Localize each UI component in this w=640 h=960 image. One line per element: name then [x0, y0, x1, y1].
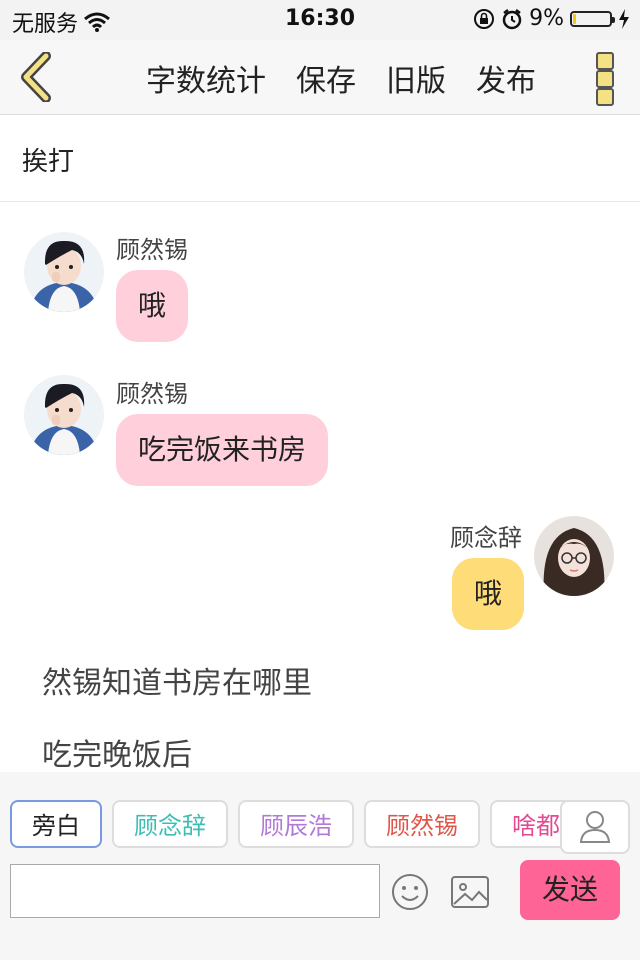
image-icon [451, 876, 489, 908]
avatar-boy-image [24, 232, 104, 312]
message-input[interactable] [10, 864, 380, 918]
character-chip-gu-ranxi[interactable]: 顾然锡 [364, 800, 480, 848]
send-button[interactable]: 发送 [520, 860, 620, 920]
alarm-icon [502, 8, 522, 29]
avatar[interactable] [534, 516, 614, 596]
person-icon [579, 811, 611, 843]
character-chip-other[interactable]: 啥都 [490, 800, 570, 848]
lock-icon [474, 8, 495, 29]
character-chip-gu-nianci[interactable]: 顾念辞 [112, 800, 228, 848]
character-manage-button[interactable] [560, 800, 630, 854]
chip-label: 顾然锡 [386, 812, 458, 840]
publish-button[interactable]: 发布 [476, 56, 536, 100]
battery-percent: 9% [529, 6, 564, 31]
message-bubble[interactable]: 吃完饭来书房 [116, 414, 329, 486]
message-bubble[interactable]: 哦 [116, 270, 189, 342]
avatar[interactable] [24, 232, 104, 312]
old-version-button[interactable]: 旧版 [386, 56, 446, 100]
status-right: 9% [473, 6, 630, 31]
back-button[interactable] [16, 51, 60, 103]
save-button[interactable]: 保存 [296, 56, 356, 100]
back-chevron-icon [21, 51, 51, 103]
chip-label: 顾念辞 [134, 812, 206, 840]
speaker-name: 顾然锡 [116, 236, 188, 264]
charging-icon [619, 8, 629, 29]
more-icon[interactable] [596, 52, 616, 106]
message-bubble[interactable]: 哦 [451, 558, 524, 630]
toolbar-actions: 字数统计 保存 旧版 发布 [146, 56, 536, 100]
emoji-icon [392, 874, 428, 910]
narration-text[interactable]: 吃完晚饭后 [42, 730, 192, 774]
avatar-boy-image [24, 375, 104, 455]
image-button[interactable] [450, 874, 490, 910]
chapter-title-row[interactable]: 挨打 [0, 115, 640, 202]
chapter-title: 挨打 [22, 147, 75, 177]
character-chip-narration[interactable]: 旁白 [10, 800, 102, 848]
battery-icon [570, 10, 615, 27]
narration-text[interactable]: 然锡知道书房在哪里 [42, 658, 312, 702]
status-bar: 无服务 16:30 9% [0, 0, 640, 40]
composer-panel: 旁白 顾念辞 顾辰浩 顾然锡 啥都 发送 [0, 772, 640, 960]
character-selector: 旁白 顾念辞 顾辰浩 顾然锡 啥都 [10, 800, 570, 852]
chip-label: 啥都 [512, 812, 560, 840]
speaker-name: 顾然锡 [116, 380, 188, 408]
emoji-button[interactable] [390, 872, 430, 912]
chip-label: 顾辰浩 [260, 812, 332, 840]
word-count-button[interactable]: 字数统计 [146, 56, 266, 100]
avatar[interactable] [24, 375, 104, 455]
chip-label: 旁白 [32, 812, 80, 840]
editor-toolbar: 字数统计 保存 旧版 发布 [0, 40, 640, 115]
speaker-name: 顾念辞 [450, 524, 522, 552]
character-chip-gu-chenhao[interactable]: 顾辰浩 [238, 800, 354, 848]
avatar-girl-image [534, 516, 614, 596]
